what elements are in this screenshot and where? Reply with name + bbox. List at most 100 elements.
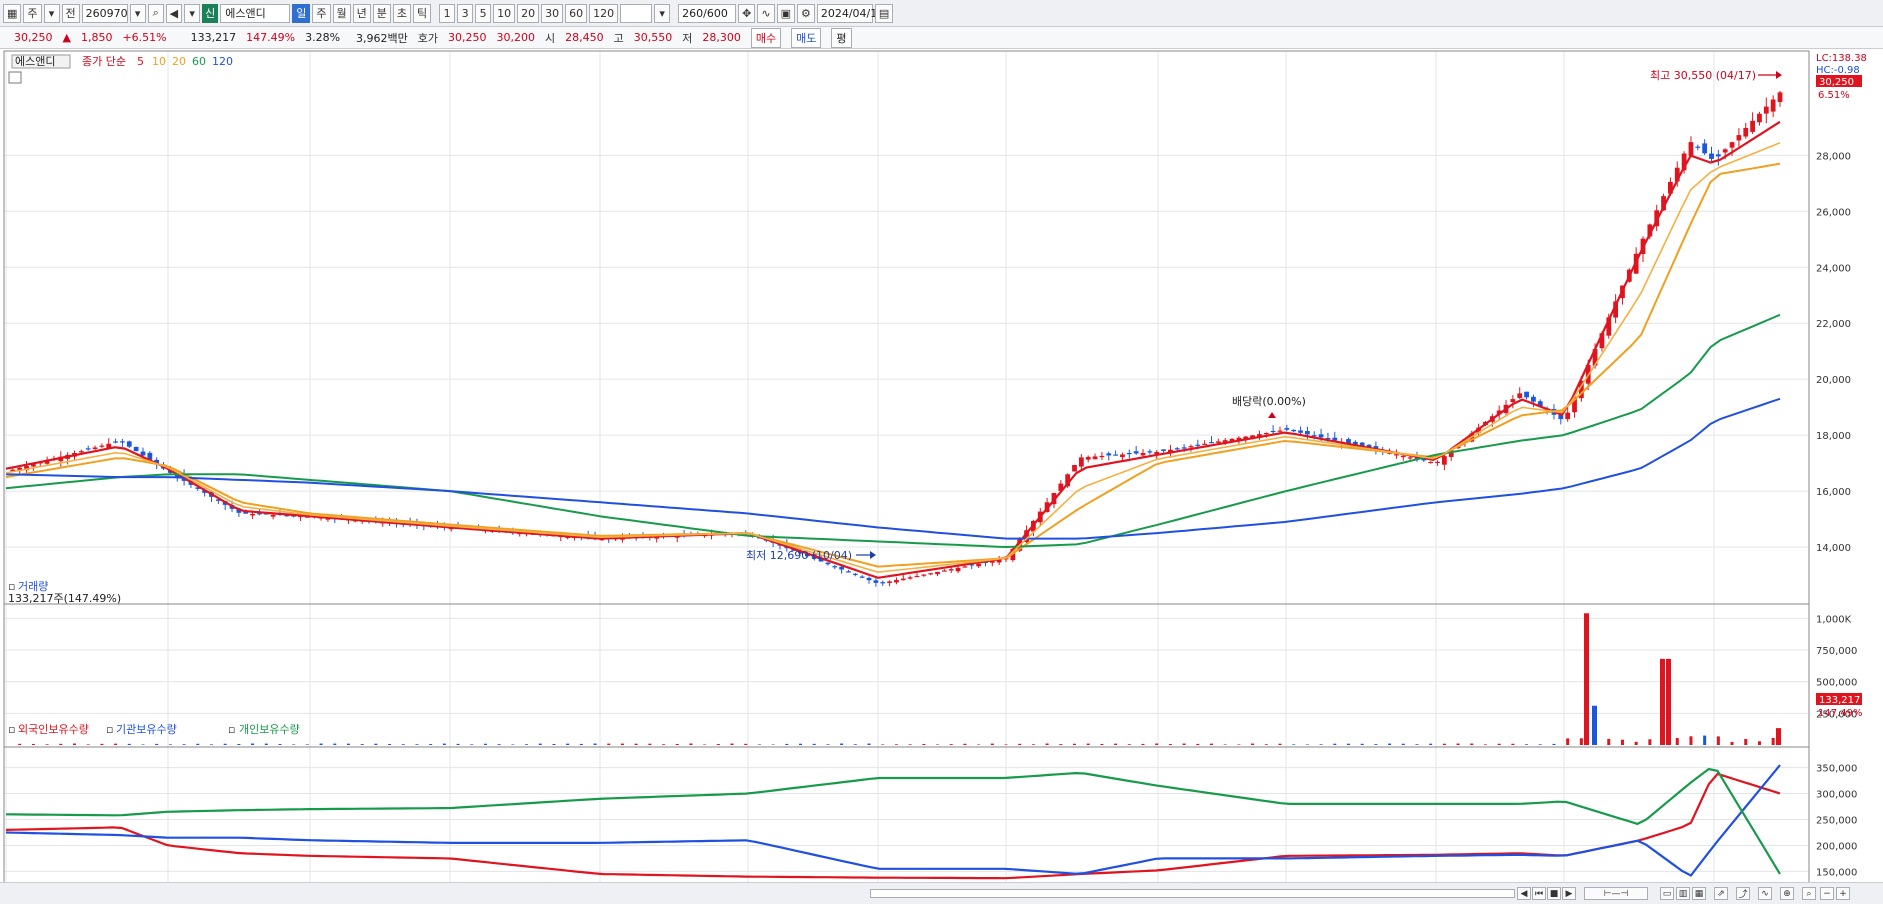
volume-bar (1538, 744, 1542, 745)
volume-bar (1716, 736, 1720, 745)
candle-body (113, 441, 118, 443)
overlay-icon[interactable]: ⊕ (1780, 887, 1794, 900)
candle-body (1565, 412, 1571, 420)
panel-toggle-icon[interactable] (8, 71, 22, 84)
volume-bar (1456, 743, 1460, 745)
calendar-icon[interactable]: ▤ (874, 3, 894, 23)
interval-20-button[interactable]: 20 (517, 3, 540, 23)
date-input[interactable]: 2024/04/17 (816, 3, 884, 23)
candle-body (270, 514, 276, 517)
stock-code-input[interactable]: 260970 (81, 3, 128, 23)
compare-icon[interactable]: ▥ (1676, 887, 1690, 900)
interval-10-button[interactable]: 10 (493, 3, 516, 23)
volume-bar (908, 744, 912, 745)
code-dropdown-icon[interactable]: ▾ (129, 3, 146, 23)
period-second-button[interactable]: 초 (392, 3, 411, 23)
trend-line-icon[interactable]: ⤴ (1736, 887, 1750, 900)
candle-body (1277, 430, 1283, 432)
speaker-icon[interactable]: ◀ (165, 3, 183, 23)
ma10-legend: 10 (152, 55, 166, 68)
volume-bar (429, 744, 433, 745)
interval-5-button[interactable]: 5 (475, 3, 492, 23)
crosshair-icon[interactable]: ✥ (738, 3, 756, 23)
volume-bar (278, 744, 282, 745)
volume-bar (1073, 743, 1077, 745)
candle-body (962, 566, 968, 568)
trend-icon[interactable]: ⇗ (1714, 887, 1728, 900)
price-axis-tick: 28,000 (1816, 151, 1851, 162)
count-total: /600 (703, 6, 728, 20)
volume-bar (607, 743, 611, 745)
interval-1-button[interactable]: 1 (439, 3, 456, 23)
institution-holding-legend: 기관보유수량 (116, 723, 177, 736)
scroll-track[interactable] (870, 889, 1515, 898)
candle-body (825, 562, 831, 565)
candle-body (1318, 434, 1324, 438)
volume-bar (1634, 741, 1638, 745)
volume-bar (1579, 738, 1583, 745)
save-icon[interactable]: ▣ (776, 3, 795, 23)
count-input[interactable]: 260/600 (678, 3, 737, 23)
chart-area[interactable]: 14,000 16,000 18,000 20,000 22,000 24,000 26,0… (0, 27, 1883, 882)
interval-dropdown-icon[interactable]: ▾ (654, 3, 671, 23)
volume-bar (894, 744, 898, 745)
candle-body (99, 445, 105, 447)
interval-3-button[interactable]: 3 (457, 3, 474, 23)
volume-bar (45, 744, 49, 745)
candle-body (921, 574, 927, 576)
volume-bar (1209, 743, 1213, 745)
market-side-button[interactable]: 전 (61, 3, 80, 23)
candle-body (1407, 457, 1413, 459)
play-icon[interactable]: ▶ (1562, 887, 1576, 900)
search-icon[interactable]: ⌕ (147, 3, 164, 23)
zoom-box-icon[interactable]: ▭ (1660, 887, 1674, 900)
chevron-down-icon[interactable]: ▾ (43, 3, 60, 23)
menu-grid-icon[interactable]: ▦ (3, 3, 22, 23)
volume-bar (374, 743, 378, 745)
price-axis-tick: 22,000 (1816, 319, 1851, 330)
chart-type-icon[interactable]: ∿ (757, 3, 775, 23)
zoom-out-icon[interactable]: − (1820, 887, 1834, 900)
interval-120-button[interactable]: 120 (589, 3, 619, 23)
lc-label: LC:138.38 (1816, 53, 1867, 64)
volume-bar (1045, 743, 1049, 745)
volume-bar (401, 744, 405, 745)
volume-bar (867, 743, 871, 745)
history-dropdown-icon[interactable]: ▾ (184, 3, 201, 23)
stock-name-field[interactable]: 에스앤디 (220, 3, 291, 23)
period-tick-button[interactable]: 틱 (413, 3, 432, 23)
volume-bar (1401, 743, 1405, 745)
stop-icon[interactable]: ■ (1547, 887, 1561, 900)
scroll-start-icon[interactable]: ◀ (1517, 887, 1531, 900)
period-week-button[interactable]: 주 (312, 3, 331, 23)
volume-bar (1182, 743, 1186, 745)
volume-bar (799, 743, 803, 745)
volume-bar (1004, 744, 1008, 745)
volume-bar (990, 743, 994, 745)
interval-60-button[interactable]: 60 (565, 3, 588, 23)
magnify-icon[interactable]: ⌕ (1802, 887, 1816, 900)
candle-body (1435, 461, 1440, 464)
zoom-in-icon[interactable]: + (1836, 887, 1850, 900)
period-year-button[interactable]: 년 (352, 3, 371, 23)
period-day-button[interactable]: 일 (292, 3, 311, 23)
volume-bar (1415, 744, 1419, 745)
period-month-button[interactable]: 월 (332, 3, 351, 23)
rewind-icon[interactable]: ⏮ (1532, 887, 1546, 900)
credit-badge: 신 (202, 3, 219, 23)
range-slider-icon[interactable]: ⊢—⊣ (1584, 887, 1648, 900)
gear-icon[interactable]: ⚙ (796, 3, 815, 23)
candle-body (120, 441, 125, 443)
candle-body (1270, 430, 1276, 433)
candle-body (1284, 428, 1290, 430)
custom-interval-input[interactable] (620, 3, 653, 23)
interval-30-button[interactable]: 30 (541, 3, 564, 23)
market-select[interactable]: 주 (23, 3, 42, 23)
indicator-icon[interactable]: ∿ (1758, 887, 1772, 900)
volume-bar (579, 743, 583, 745)
split-icon[interactable]: ▦ (1692, 887, 1706, 900)
volume-bar (1757, 741, 1761, 745)
volume-bar (1086, 743, 1090, 745)
period-minute-button[interactable]: 분 (372, 3, 391, 23)
volume-spike-bar (1666, 658, 1671, 745)
